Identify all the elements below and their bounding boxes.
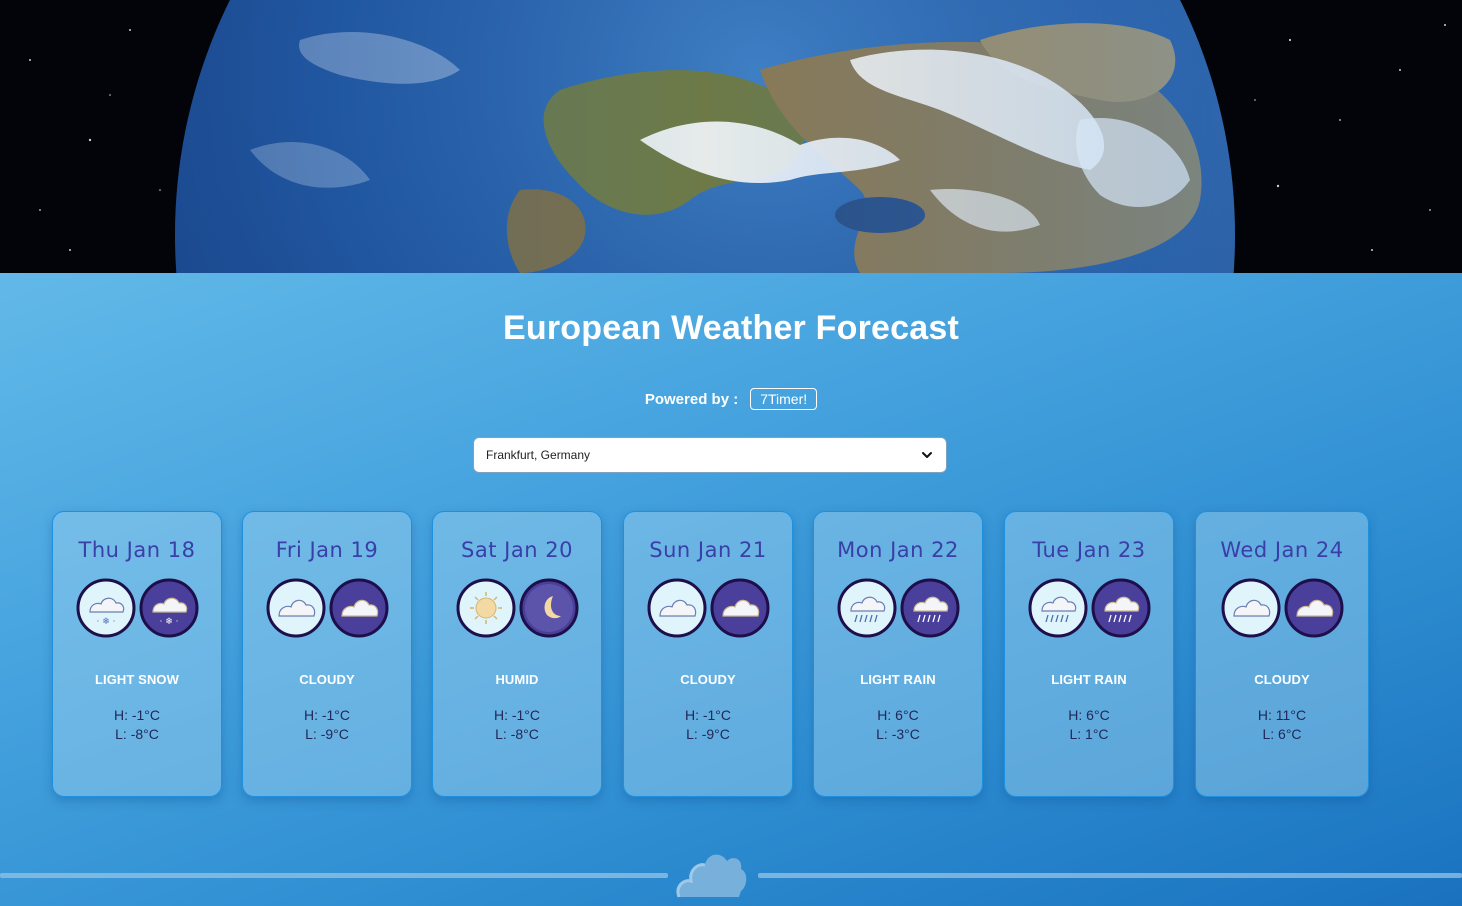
card-condition: LIGHT RAIN bbox=[1051, 672, 1127, 687]
svg-text:· ❄ ·: · ❄ · bbox=[96, 617, 115, 627]
location-select[interactable]: Frankfurt, Germany bbox=[473, 437, 947, 473]
card-condition: CLOUDY bbox=[680, 672, 736, 687]
card-high-temp: H: -1°C bbox=[493, 707, 541, 723]
light-rain-day-icon bbox=[1028, 578, 1087, 638]
cloudy-night-icon bbox=[1284, 578, 1343, 638]
light-snow-day-icon: · ❄ · bbox=[76, 578, 135, 638]
earth-globe-graphic bbox=[29, 0, 1446, 273]
forecast-card: Mon Jan 22 LIGHT RAIN H: 6°C L: -3°C bbox=[813, 511, 983, 797]
card-date: Wed Jan 24 bbox=[1220, 538, 1344, 562]
light-rain-night-icon bbox=[1091, 578, 1150, 638]
card-condition: HUMID bbox=[495, 672, 539, 687]
card-low-temp: L: -8°C bbox=[115, 726, 159, 742]
chevron-down-icon bbox=[922, 452, 932, 458]
card-date: Fri Jan 19 bbox=[275, 538, 379, 562]
powered-by-label: Powered by : bbox=[644, 390, 739, 408]
card-condition: LIGHT SNOW bbox=[94, 672, 180, 687]
card-low-temp: L: 1°C bbox=[1069, 726, 1109, 742]
card-low-temp: L: -8°C bbox=[495, 726, 539, 742]
card-condition: CLOUDY bbox=[299, 672, 355, 687]
card-low-temp: L: -3°C bbox=[876, 726, 920, 742]
earth-hero-image bbox=[0, 0, 1462, 273]
light-rain-day-icon bbox=[837, 578, 896, 638]
humid-night-icon bbox=[519, 578, 578, 638]
svg-text:· ❄ ·: · ❄ · bbox=[159, 617, 178, 627]
forecast-card: Thu Jan 18 · ❄ · · ❄ · LIGHT SNOW H: -1°… bbox=[52, 511, 222, 797]
card-high-temp: H: 6°C bbox=[877, 707, 919, 723]
card-high-temp: H: -1°C bbox=[303, 707, 351, 723]
card-high-temp: H: 11°C bbox=[1257, 707, 1307, 723]
powered-by-row: Powered by : 7Timer! bbox=[0, 388, 1462, 410]
card-date: Sat Jan 20 bbox=[461, 538, 573, 562]
footer-divider-left bbox=[0, 873, 668, 878]
card-low-temp: L: 6°C bbox=[1262, 726, 1302, 742]
cloudy-night-icon bbox=[329, 578, 388, 638]
page-title: European Weather Forecast bbox=[503, 309, 959, 347]
card-condition: LIGHT RAIN bbox=[860, 672, 936, 687]
card-low-temp: L: -9°C bbox=[686, 726, 730, 742]
card-high-temp: H: 6°C bbox=[1068, 707, 1110, 723]
card-date: Sun Jan 21 bbox=[649, 538, 767, 562]
forecast-cards: Thu Jan 18 · ❄ · · ❄ · LIGHT SNOW H: -1°… bbox=[52, 511, 1372, 801]
forecast-card: Fri Jan 19 CLOUDY H: -1°C L: -9°C bbox=[242, 511, 412, 797]
card-condition: CLOUDY bbox=[1254, 672, 1310, 687]
location-select-value: Frankfurt, Germany bbox=[486, 448, 591, 462]
cloud-icon bbox=[676, 854, 747, 898]
forecast-card: Tue Jan 23 LIGHT RAIN H: 6°C L: 1°C bbox=[1004, 511, 1174, 797]
forecast-panel: European Weather Forecast Powered by : 7… bbox=[0, 273, 1462, 906]
light-rain-night-icon bbox=[900, 578, 959, 638]
forecast-card: Sun Jan 21 CLOUDY H: -1°C L: -9°C bbox=[623, 511, 793, 797]
cloudy-night-icon bbox=[710, 578, 769, 638]
card-high-temp: H: -1°C bbox=[113, 707, 161, 723]
cloudy-day-icon bbox=[266, 578, 325, 638]
cloudy-day-icon bbox=[647, 578, 706, 638]
card-low-temp: L: -9°C bbox=[305, 726, 349, 742]
card-date: Tue Jan 23 bbox=[1032, 538, 1146, 562]
card-date: Thu Jan 18 bbox=[78, 538, 196, 562]
7timer-link-button[interactable]: 7Timer! bbox=[750, 388, 818, 410]
forecast-card: Sat Jan 20 HUMID H: -1°C L: -8°C bbox=[432, 511, 602, 797]
light-snow-night-icon: · ❄ · bbox=[139, 578, 198, 638]
card-date: Mon Jan 22 bbox=[837, 538, 959, 562]
footer-divider-right bbox=[758, 873, 1462, 878]
cloudy-day-icon bbox=[1221, 578, 1280, 638]
card-high-temp: H: -1°C bbox=[684, 707, 732, 723]
humid-day-icon bbox=[456, 578, 515, 638]
forecast-card: Wed Jan 24 CLOUDY H: 11°C L: 6°C bbox=[1195, 511, 1369, 797]
